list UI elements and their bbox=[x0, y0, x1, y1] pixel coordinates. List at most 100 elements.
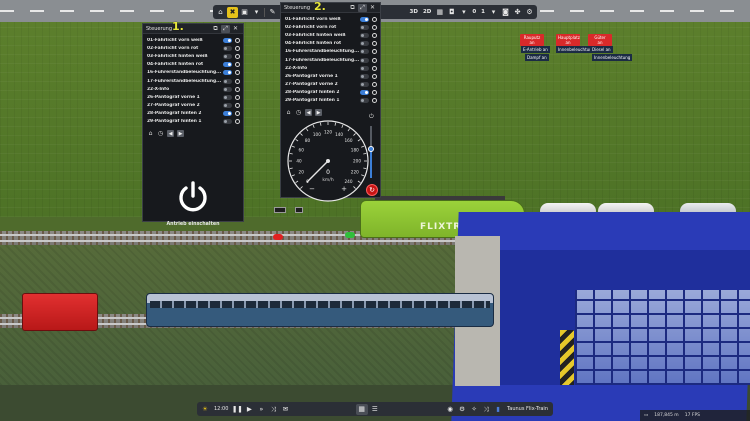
gear-icon[interactable] bbox=[235, 45, 240, 51]
function-row[interactable]: 01-Fahrlicht vorn weiß bbox=[147, 36, 240, 44]
edit-icon[interactable]: ✎ bbox=[267, 7, 278, 18]
function-toggle[interactable] bbox=[223, 53, 232, 59]
chevron-down-icon[interactable]: ▾ bbox=[488, 7, 499, 18]
function-row[interactable]: 17-Führerstandbeleuchtung... bbox=[285, 56, 377, 64]
function-toggle[interactable] bbox=[223, 45, 232, 51]
function-toggle[interactable] bbox=[223, 62, 232, 68]
step-forward-button[interactable]: ▶ bbox=[177, 130, 184, 138]
apps-grid-button[interactable]: ▦ bbox=[355, 403, 368, 415]
gear-icon[interactable] bbox=[235, 94, 240, 100]
function-row[interactable]: 29-Pantograf hinten 1 bbox=[285, 97, 377, 105]
function-toggle[interactable] bbox=[360, 73, 369, 79]
sign-button[interactable]: E-Antrieb an bbox=[521, 46, 550, 53]
function-toggle[interactable] bbox=[360, 82, 369, 88]
power-label[interactable]: Antrieb einschalten bbox=[143, 222, 243, 227]
function-toggle[interactable] bbox=[223, 111, 232, 117]
chevron-down-icon[interactable]: ▾ bbox=[251, 7, 262, 18]
power-icon[interactable] bbox=[175, 179, 211, 215]
sign-button[interactable]: Diesel an bbox=[590, 46, 613, 53]
view-3d-button[interactable]: 3D bbox=[408, 9, 420, 15]
function-row[interactable]: 22-X-Info bbox=[285, 64, 377, 72]
gear-icon[interactable] bbox=[372, 82, 377, 88]
speed-minus-button[interactable]: − bbox=[309, 185, 315, 193]
function-row[interactable]: 03-Fahrlicht hinten weiß bbox=[147, 52, 240, 60]
function-row[interactable]: 26-Pantograf vorne 1 bbox=[285, 72, 377, 80]
gear-icon[interactable] bbox=[372, 16, 377, 22]
close-icon[interactable]: ✕ bbox=[231, 25, 240, 33]
sign-button[interactable]: Dampf an bbox=[525, 54, 549, 61]
chat-icon[interactable]: ✉ bbox=[280, 404, 290, 414]
puzzle-icon[interactable]: ✤ bbox=[512, 7, 523, 18]
gear-icon[interactable] bbox=[235, 53, 240, 59]
fast-forward-icon[interactable]: » bbox=[256, 404, 266, 414]
function-row[interactable]: 04-Fahrlicht hinten rot bbox=[147, 61, 240, 69]
function-toggle[interactable] bbox=[360, 57, 369, 63]
traffic-light-icon[interactable]: ◘ bbox=[446, 7, 457, 18]
gear-icon[interactable] bbox=[372, 65, 377, 71]
function-row[interactable]: 28-Pantograf hinten 2 bbox=[147, 110, 240, 118]
sun-icon[interactable]: ☀ bbox=[200, 404, 210, 414]
function-row[interactable]: 04-Fahrlicht hinten rot bbox=[285, 40, 377, 48]
gear-icon[interactable] bbox=[372, 41, 377, 47]
gear-icon[interactable] bbox=[372, 49, 377, 55]
function-toggle[interactable] bbox=[223, 70, 232, 76]
gear-icon[interactable] bbox=[372, 90, 377, 96]
function-toggle[interactable] bbox=[360, 49, 369, 55]
home-icon[interactable]: ⌂ bbox=[285, 109, 292, 116]
function-toggle[interactable] bbox=[223, 37, 232, 43]
function-toggle[interactable] bbox=[223, 94, 232, 100]
selected-train-name[interactable]: Taunus Flix-Train bbox=[505, 406, 550, 412]
function-row[interactable]: 02-Fahrlicht vorn rot bbox=[147, 44, 240, 52]
camera-icon[interactable]: ◙ bbox=[500, 7, 511, 18]
sign-button[interactable]: Güter an bbox=[588, 34, 612, 46]
signal-green[interactable] bbox=[345, 232, 355, 238]
function-toggle[interactable] bbox=[223, 119, 232, 125]
function-row[interactable]: 02-Fahrlicht vorn rot bbox=[285, 23, 377, 31]
gear-icon[interactable] bbox=[372, 57, 377, 63]
gear-icon[interactable] bbox=[235, 119, 240, 125]
function-row[interactable]: 16-Führerstandbeleuchtung... bbox=[285, 48, 377, 56]
expand-icon[interactable]: ⤢ bbox=[221, 24, 230, 33]
function-toggle[interactable] bbox=[223, 103, 232, 109]
speedometer[interactable]: 020406080100120140160180200220240 0 km/h… bbox=[284, 117, 372, 205]
gear-icon[interactable] bbox=[372, 24, 377, 30]
copy-icon[interactable]: ⧉ bbox=[211, 25, 220, 33]
step-forward-button[interactable]: ▶ bbox=[315, 109, 322, 117]
shuffle-icon[interactable]: ⤨ bbox=[481, 404, 491, 414]
pause-icon[interactable]: ❚❚ bbox=[232, 404, 243, 414]
gear-icon[interactable] bbox=[235, 103, 240, 109]
sign-button[interactable]: Rauputz an bbox=[520, 34, 544, 46]
tools-icon[interactable]: ✧ bbox=[469, 404, 479, 414]
function-toggle[interactable] bbox=[223, 86, 232, 92]
sign-button[interactable]: Innenbeleuchtung bbox=[592, 54, 633, 61]
gear-icon[interactable] bbox=[235, 70, 240, 76]
copy-icon[interactable]: ⧉ bbox=[348, 4, 357, 12]
gear-icon[interactable]: ⚙ bbox=[457, 404, 467, 414]
passenger-train[interactable] bbox=[146, 293, 494, 327]
function-row[interactable]: 22-X-Info bbox=[147, 85, 240, 93]
gear-icon[interactable] bbox=[235, 37, 240, 43]
tools-icon[interactable]: ✖ bbox=[227, 6, 238, 18]
grid-icon[interactable]: ▦ bbox=[434, 7, 445, 18]
clock-icon[interactable]: ◷ bbox=[157, 130, 164, 137]
gear-icon[interactable] bbox=[372, 32, 377, 38]
function-row[interactable]: 27-Pantograf vorne 2 bbox=[285, 81, 377, 89]
speed-plus-button[interactable]: + bbox=[341, 185, 347, 193]
track-sign[interactable] bbox=[295, 207, 303, 213]
gauge-icon[interactable]: ◉ bbox=[445, 404, 455, 414]
shuffle-icon[interactable]: ⤨ bbox=[268, 404, 278, 414]
gear-icon[interactable] bbox=[235, 86, 240, 92]
gear-icon[interactable] bbox=[235, 78, 240, 84]
function-toggle[interactable] bbox=[360, 41, 369, 47]
function-row[interactable]: 16-Führerstandbeleuchtung... bbox=[147, 69, 240, 77]
signal-red[interactable] bbox=[273, 234, 283, 240]
red-shunter[interactable] bbox=[22, 293, 98, 331]
gear-icon[interactable] bbox=[235, 111, 240, 117]
function-row[interactable]: 26-Pantograf vorne 1 bbox=[147, 93, 240, 101]
reset-button[interactable]: ↻ bbox=[366, 184, 378, 196]
function-toggle[interactable] bbox=[360, 90, 369, 96]
function-toggle[interactable] bbox=[360, 65, 369, 71]
function-row[interactable]: 27-Pantograf vorne 2 bbox=[147, 102, 240, 110]
function-toggle[interactable] bbox=[223, 78, 232, 84]
chevron-down-icon[interactable]: ▾ bbox=[458, 7, 469, 18]
